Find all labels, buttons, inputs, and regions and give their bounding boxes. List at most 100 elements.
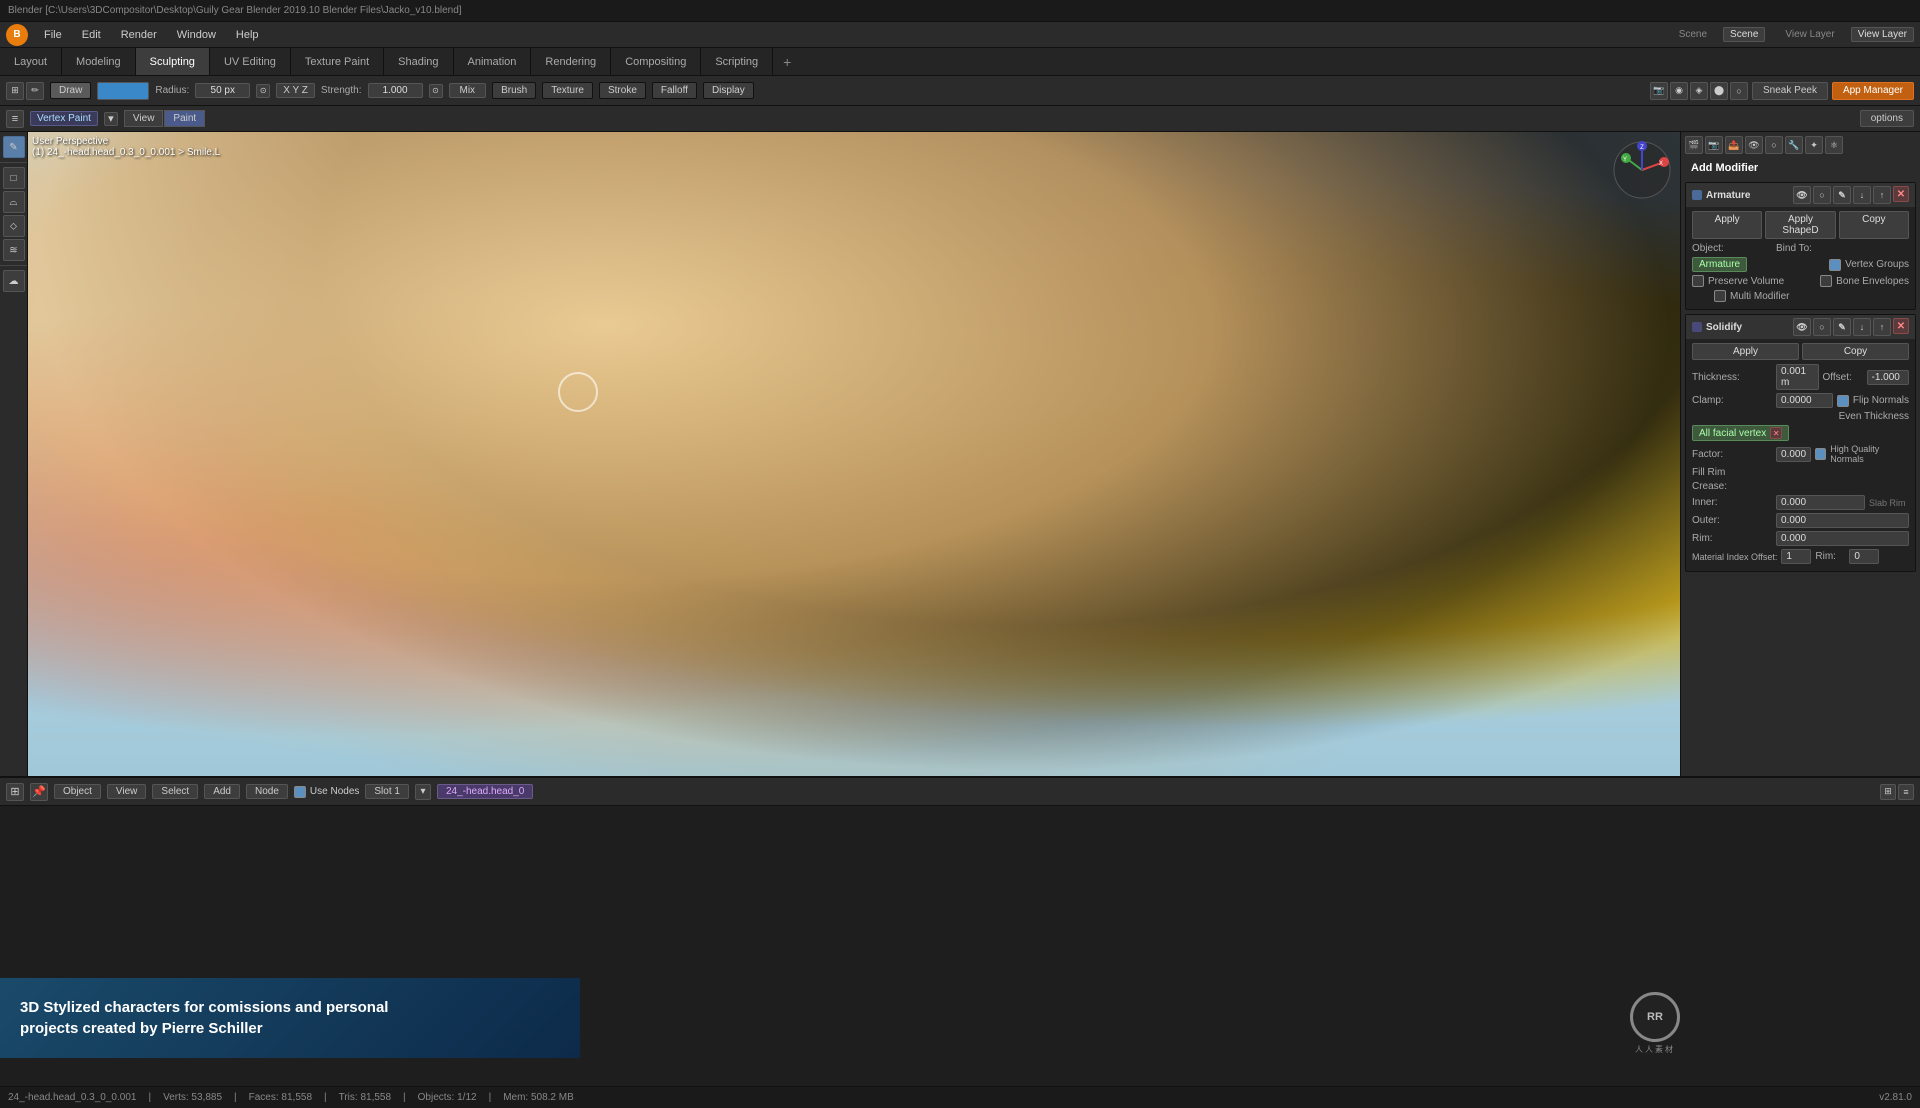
brush-btn[interactable]: Brush xyxy=(492,82,536,99)
material-index-field[interactable]: 1 xyxy=(1781,549,1811,564)
high-quality-normals-checkbox[interactable] xyxy=(1815,448,1826,460)
armature-section-header[interactable]: Armature 👁 ○ ✎ ↓ ↑ ✕ xyxy=(1686,183,1915,207)
radius-value[interactable]: 50 px xyxy=(195,83,250,98)
solidify-down-icon[interactable]: ↓ xyxy=(1853,318,1871,336)
scene-field[interactable]: Scene xyxy=(1723,27,1765,42)
ne-icon-2[interactable]: ≡ xyxy=(1898,784,1914,800)
tab-modeling[interactable]: Modeling xyxy=(62,48,136,75)
panel-icon-output[interactable]: 📤 xyxy=(1725,136,1743,154)
solidify-vis-icon[interactable]: 👁 xyxy=(1793,318,1811,336)
armature-vis-icon[interactable]: 👁 xyxy=(1793,186,1811,204)
tool-blur[interactable]: ≋ xyxy=(3,239,25,261)
solidify-render-icon[interactable]: ○ xyxy=(1813,318,1831,336)
solidify-copy-btn[interactable]: Copy xyxy=(1802,343,1909,360)
armature-object-field[interactable]: Armature xyxy=(1692,257,1747,272)
tool-annotation[interactable]: ☁ xyxy=(3,270,25,292)
mix-selector[interactable]: Mix xyxy=(449,83,487,98)
ne-editor-type[interactable]: ⊞ xyxy=(6,783,24,801)
menu-help[interactable]: Help xyxy=(232,27,263,43)
multi-modifier-checkbox[interactable] xyxy=(1714,290,1726,302)
solidify-up-icon[interactable]: ↑ xyxy=(1873,318,1891,336)
draw-button[interactable]: Draw xyxy=(50,82,91,99)
sneak-peek-btn[interactable]: Sneak Peek xyxy=(1752,82,1828,100)
tool-gradient[interactable]: ⬦ xyxy=(3,215,25,237)
falloff-btn[interactable]: Falloff xyxy=(652,82,697,99)
tab-uv-editing[interactable]: UV Editing xyxy=(210,48,291,75)
armature-up-icon[interactable]: ↑ xyxy=(1873,186,1891,204)
xyz-constraint[interactable]: X Y Z xyxy=(276,83,315,98)
texture-btn[interactable]: Texture xyxy=(542,82,593,99)
mode-dropdown[interactable]: ▾ xyxy=(104,112,118,126)
blender-logo[interactable]: B xyxy=(6,24,28,46)
armature-copy-btn[interactable]: Copy xyxy=(1839,211,1909,239)
armature-render-icon[interactable]: ○ xyxy=(1813,186,1831,204)
rim-field[interactable]: 0.000 xyxy=(1776,531,1909,546)
armature-down-icon[interactable]: ↓ xyxy=(1853,186,1871,204)
stroke-btn[interactable]: Stroke xyxy=(599,82,646,99)
tab-rendering[interactable]: Rendering xyxy=(531,48,611,75)
menu-edit[interactable]: Edit xyxy=(78,27,105,43)
tab-animation[interactable]: Animation xyxy=(454,48,532,75)
solidify-section-header[interactable]: Solidify 👁 ○ ✎ ↓ ↑ ✕ xyxy=(1686,315,1915,339)
tab-shading[interactable]: Shading xyxy=(384,48,453,75)
thickness-field[interactable]: 0.001 m xyxy=(1776,364,1819,390)
view-layer-field[interactable]: View Layer xyxy=(1851,27,1914,42)
panel-icon-particles[interactable]: ✦ xyxy=(1805,136,1823,154)
options-btn[interactable]: options xyxy=(1860,110,1914,127)
armature-apply-btn[interactable]: Apply xyxy=(1692,211,1762,239)
outer-field[interactable]: 0.000 xyxy=(1776,513,1909,528)
tool-lasso[interactable]: ⌓ xyxy=(3,191,25,213)
strength-icon[interactable]: ⊙ xyxy=(429,84,443,98)
viewport-icon-mat[interactable]: ◈ xyxy=(1690,82,1708,100)
ne-object-btn[interactable]: Object xyxy=(54,784,101,799)
ne-pin-icon[interactable]: 📌 xyxy=(30,783,48,801)
tab-sculpting[interactable]: Sculpting xyxy=(136,48,210,75)
armature-remove-btn[interactable]: ✕ xyxy=(1893,186,1909,202)
tab-compositing[interactable]: Compositing xyxy=(611,48,701,75)
solidify-apply-btn[interactable]: Apply xyxy=(1692,343,1799,360)
flip-normals-checkbox[interactable] xyxy=(1837,395,1849,407)
panel-icon-physics[interactable]: ⚛ xyxy=(1825,136,1843,154)
app-manager-btn[interactable]: App Manager xyxy=(1832,82,1914,100)
vertex-group-field[interactable]: All facial vertex ✕ xyxy=(1692,425,1789,441)
editor-type-icon[interactable]: ≡ xyxy=(6,110,24,128)
use-nodes-checkbox[interactable] xyxy=(294,786,306,798)
menu-window[interactable]: Window xyxy=(173,27,220,43)
menu-render[interactable]: Render xyxy=(117,27,161,43)
viewport-icon-camera[interactable]: 📷 xyxy=(1650,82,1668,100)
panel-icon-modifier[interactable]: 🔧 xyxy=(1785,136,1803,154)
ne-add-btn[interactable]: Add xyxy=(204,784,240,799)
solidify-remove-btn[interactable]: ✕ xyxy=(1893,318,1909,334)
offset-field[interactable]: -1.000 xyxy=(1867,370,1910,385)
rim-field-value[interactable]: 0 xyxy=(1849,549,1879,564)
viewport-icon-solid[interactable]: ⬤ xyxy=(1710,82,1728,100)
viewport-icon-wire[interactable]: ○ xyxy=(1730,82,1748,100)
strength-value[interactable]: 1.000 xyxy=(368,83,423,98)
clamp-field[interactable]: 0.0000 xyxy=(1776,393,1833,408)
solidify-edit-icon[interactable]: ✎ xyxy=(1833,318,1851,336)
ne-select-btn[interactable]: Select xyxy=(152,784,198,799)
armature-apply-shape-btn[interactable]: Apply ShapeD xyxy=(1765,211,1835,239)
panel-icon-scene[interactable]: 🎬 xyxy=(1685,136,1703,154)
ne-icon-1[interactable]: ⊞ xyxy=(1880,784,1896,800)
ne-material-field[interactable]: 24_-head.head_0 xyxy=(437,784,533,799)
mode-icon-1[interactable]: ⊞ xyxy=(6,82,24,100)
inner-field[interactable]: 0.000 xyxy=(1776,495,1865,510)
panel-icon-render[interactable]: 📷 xyxy=(1705,136,1723,154)
paint-mode-select[interactable]: Vertex Paint xyxy=(30,111,98,126)
tab-layout[interactable]: Layout xyxy=(0,48,62,75)
menu-file[interactable]: File xyxy=(40,27,66,43)
factor-field[interactable]: 0.000 xyxy=(1776,447,1811,462)
vertex-groups-checkbox[interactable] xyxy=(1829,259,1841,271)
ne-node-btn[interactable]: Node xyxy=(246,784,288,799)
vertex-group-remove[interactable]: ✕ xyxy=(1770,427,1782,439)
tool-draw[interactable]: ✎ xyxy=(3,136,25,158)
viewport[interactable]: User Perspective (1) 24_-head.head_0.3_0… xyxy=(28,132,1680,776)
tool-box[interactable]: □ xyxy=(3,167,25,189)
paint-btn[interactable]: Paint xyxy=(164,110,205,127)
panel-icon-view[interactable]: 👁 xyxy=(1745,136,1763,154)
armature-edit-icon[interactable]: ✎ xyxy=(1833,186,1851,204)
view-btn[interactable]: View xyxy=(124,110,164,127)
viewport-icon-render[interactable]: ◉ xyxy=(1670,82,1688,100)
ne-view-btn[interactable]: View xyxy=(107,784,147,799)
